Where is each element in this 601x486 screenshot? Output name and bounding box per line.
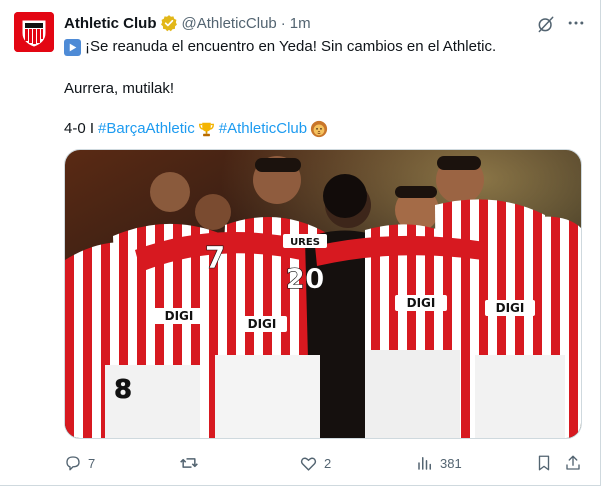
- reply-button[interactable]: 7: [64, 451, 95, 475]
- hashtag-barca-athletic[interactable]: #BarçaAthletic: [98, 119, 195, 139]
- like-button[interactable]: 2: [299, 451, 331, 475]
- tweet-time[interactable]: 1m: [290, 15, 311, 32]
- reply-count: 7: [88, 455, 96, 471]
- bookmark-button[interactable]: [535, 451, 553, 475]
- jersey-sponsor-text: DIGI: [407, 296, 436, 310]
- verified-badge-icon[interactable]: [160, 14, 178, 32]
- tweet-text-line-3: 4-0 I #BarçaAthletic #AthleticClub: [64, 119, 331, 139]
- tweet-photo[interactable]: DIGI DIGI DIGI DIGI URES 7 8 20: [64, 149, 582, 439]
- reply-icon: [66, 456, 80, 471]
- avatar[interactable]: [14, 12, 54, 52]
- author-name[interactable]: Athletic Club: [64, 15, 157, 32]
- bookmark-icon: [538, 455, 550, 471]
- grok-icon[interactable]: [535, 13, 557, 35]
- play-button-emoji-icon: [64, 38, 81, 56]
- repost-button[interactable]: [179, 451, 205, 475]
- score-text: 4-0 I: [64, 120, 95, 137]
- shirt-number-text: 8: [114, 375, 132, 405]
- heart-icon: [300, 456, 317, 471]
- athletic-club-crest-icon: [14, 12, 54, 52]
- like-count: 2: [324, 455, 332, 471]
- author-handle[interactable]: @AthleticClub: [182, 15, 277, 32]
- jersey-sponsor-text: DIGI: [165, 309, 194, 323]
- tweet-actions: 7 2 381: [64, 451, 584, 475]
- tweet-text-line-1: ¡Se reanuda el encuentro en Yeda! Sin ca…: [64, 37, 496, 57]
- jersey-sponsor-text: DIGI: [496, 301, 525, 315]
- share-button[interactable]: [564, 451, 582, 475]
- hashtag-athletic-club[interactable]: #AthleticClub: [219, 119, 307, 139]
- repost-icon: [180, 458, 198, 468]
- jersey-sponsor-text: DIGI: [248, 317, 277, 331]
- header-separator: ·: [280, 14, 286, 32]
- tweet-text-line-2: Aurrera, mutilak!: [64, 80, 175, 97]
- team-huddle-photo: DIGI DIGI DIGI DIGI URES 7 8 20: [65, 150, 581, 438]
- view-count: 381: [440, 455, 462, 471]
- tweet-header: Athletic Club @AthleticClub · 1m: [64, 13, 311, 33]
- share-icon: [566, 455, 580, 470]
- shirt-number-text: 20: [286, 262, 325, 295]
- tweet-text-announcement: ¡Se reanuda el encuentro en Yeda! Sin ca…: [85, 38, 497, 55]
- views-button[interactable]: 381: [416, 451, 462, 475]
- shirt-name-text: URES: [290, 237, 320, 248]
- lion-icon: [310, 120, 328, 138]
- tweet[interactable]: Athletic Club @AthleticClub · 1m ¡Se rea…: [0, 0, 596, 486]
- shirt-number-text: 7: [205, 241, 226, 276]
- more-icon[interactable]: [565, 12, 587, 34]
- views-icon: [418, 457, 431, 470]
- trophy-icon: [198, 120, 216, 138]
